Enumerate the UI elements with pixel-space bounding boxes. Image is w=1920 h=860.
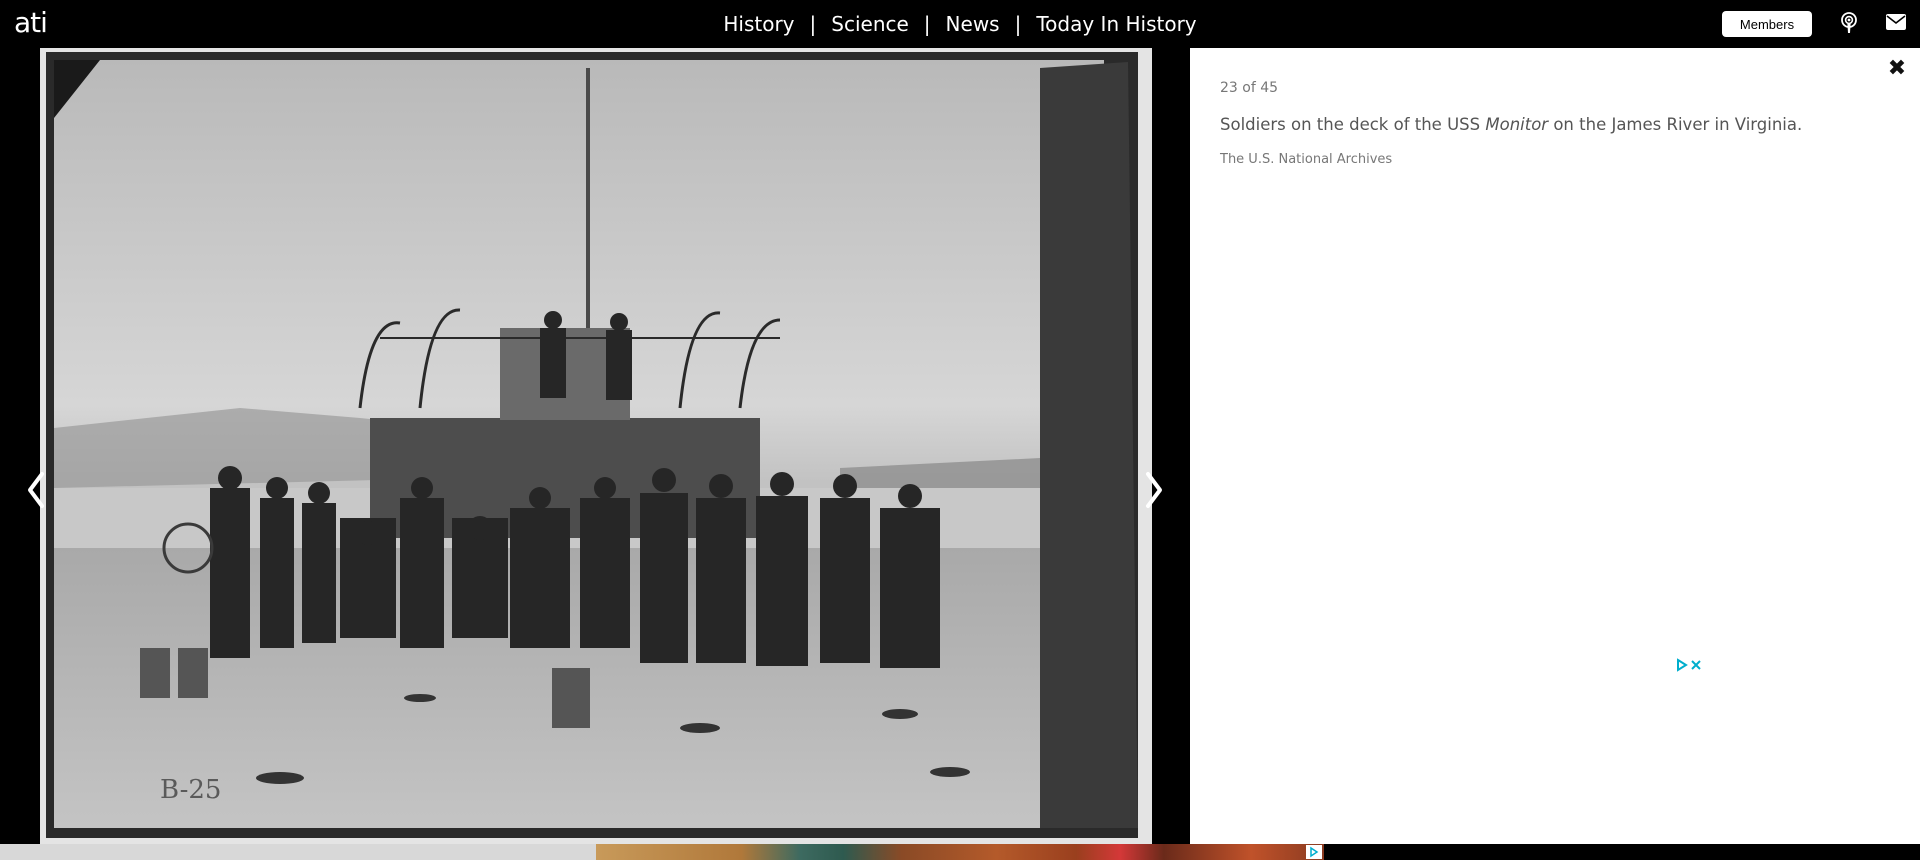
plate-marking: B-25 bbox=[160, 775, 221, 805]
chevron-right-icon[interactable] bbox=[1138, 468, 1168, 512]
adchoices-icon[interactable] bbox=[1675, 657, 1705, 673]
caption-text-start: Soldiers on the deck of the USS bbox=[1220, 115, 1486, 134]
gallery-photo: B-25 bbox=[40, 48, 1152, 844]
nav-separator: | bbox=[809, 12, 817, 36]
podcast-icon[interactable] bbox=[1840, 12, 1858, 34]
bottom-ad-strip bbox=[0, 844, 1920, 860]
main-nav: History | Science | News | Today In Hist… bbox=[0, 0, 1920, 48]
adchoices-icon[interactable] bbox=[1306, 845, 1322, 859]
nav-separator: | bbox=[923, 12, 931, 36]
chevron-left-icon[interactable] bbox=[22, 468, 52, 512]
caption-ship-name: Monitor bbox=[1485, 115, 1549, 134]
nav-link-today-in-history[interactable]: Today In History bbox=[1034, 12, 1198, 36]
site-logo[interactable]: ati bbox=[14, 6, 48, 40]
bottom-banner-ad[interactable] bbox=[596, 844, 1324, 860]
caption-text-end: on the James River in Virginia. bbox=[1548, 115, 1803, 134]
nav-link-news[interactable]: News bbox=[944, 12, 1002, 36]
caption-panel: ✖ 23 of 45 Soldiers on the deck of the U… bbox=[1190, 48, 1920, 860]
nav-link-science[interactable]: Science bbox=[829, 12, 911, 36]
photo-credit: The U.S. National Archives bbox=[1220, 152, 1393, 167]
mail-icon[interactable] bbox=[1886, 14, 1906, 30]
close-icon[interactable]: ✖ bbox=[1886, 58, 1908, 80]
gallery-photo-stage: B-25 bbox=[0, 48, 1190, 860]
members-button[interactable]: Members bbox=[1722, 11, 1812, 37]
top-navigation-bar: ati History | Science | News | Today In … bbox=[0, 0, 1920, 48]
nav-separator: | bbox=[1014, 12, 1022, 36]
slide-counter: 23 of 45 bbox=[1220, 80, 1279, 96]
ad-slot[interactable] bbox=[1400, 652, 1698, 860]
nav-link-history[interactable]: History bbox=[721, 12, 796, 36]
strip-gray-area bbox=[0, 844, 596, 860]
slide-caption: Soldiers on the deck of the USS Monitor … bbox=[1220, 115, 1802, 134]
